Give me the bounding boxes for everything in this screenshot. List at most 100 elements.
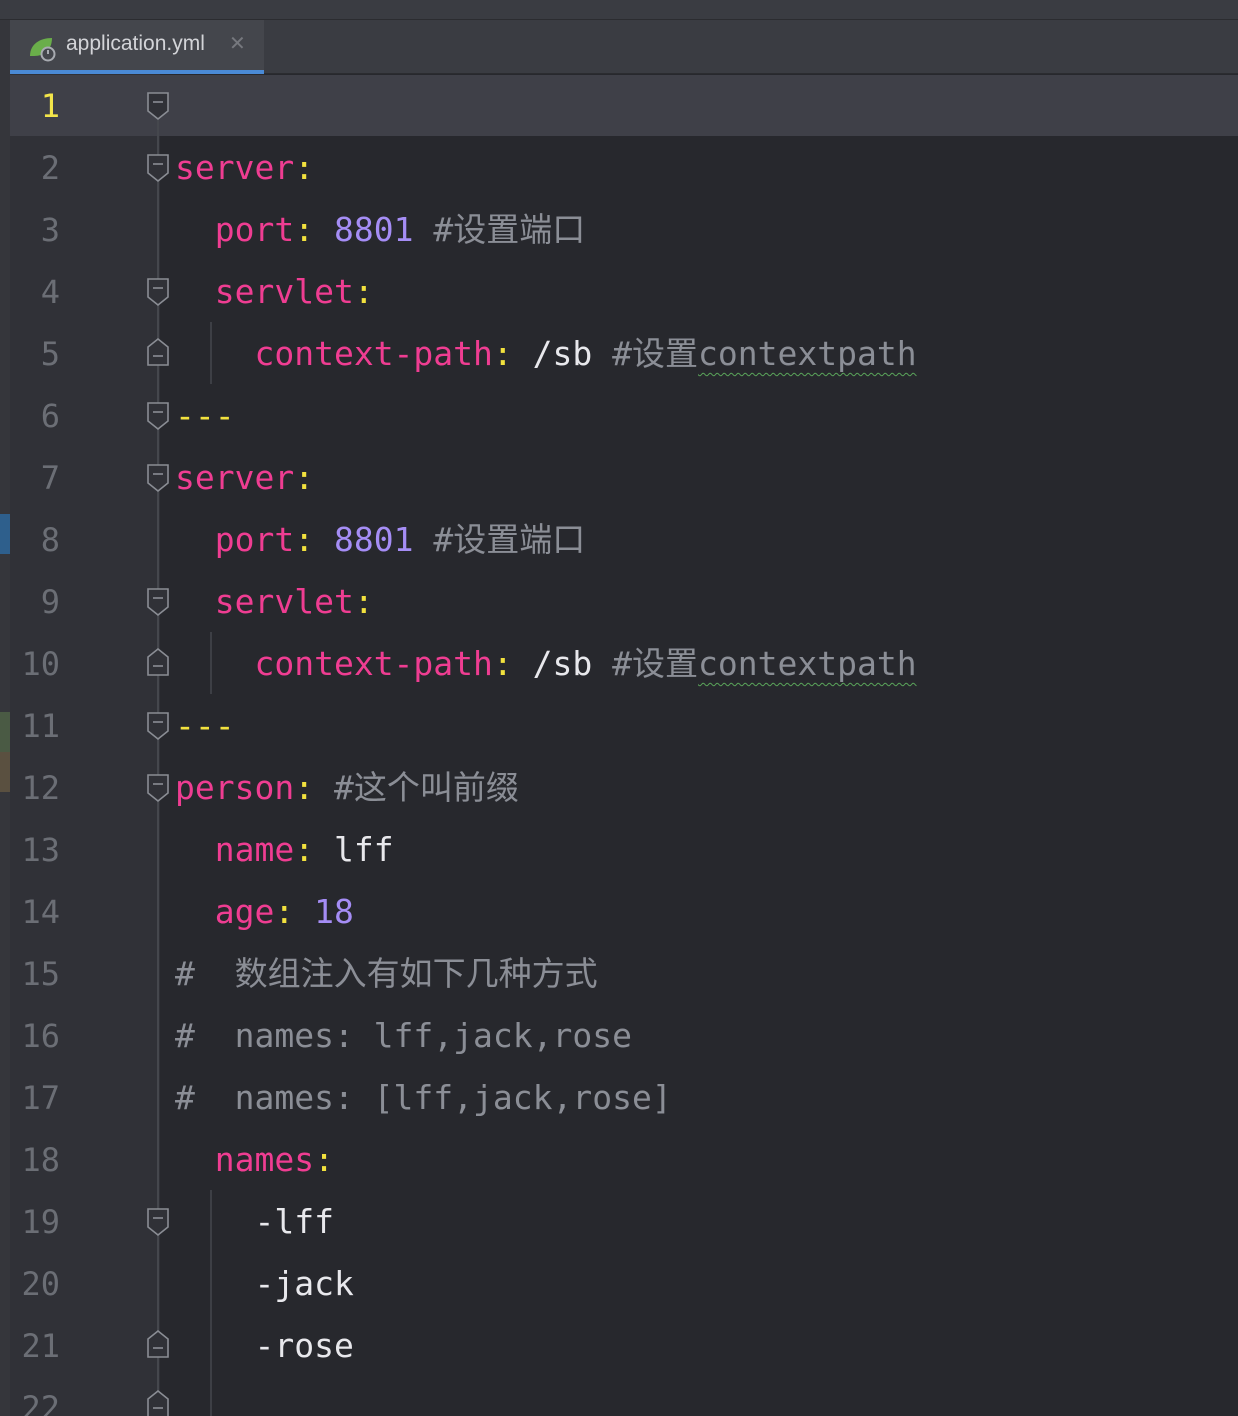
yaml-value: /sb (532, 334, 593, 373)
yaml-key: context-path (254, 644, 493, 683)
code-line[interactable]: servlet: (175, 261, 374, 323)
code-line-document-separator[interactable]: --- (175, 385, 235, 447)
yaml-key: port (214, 210, 295, 249)
yaml-colon: : (294, 458, 315, 497)
code-line[interactable]: context-path: /sb #设置contextpath (175, 633, 916, 695)
line-number: 7 (40, 459, 60, 497)
fold-close-icon[interactable] (146, 337, 170, 367)
line-number: 3 (40, 211, 60, 249)
fold-open-icon[interactable] (146, 1207, 170, 1237)
yaml-colon: : (314, 1140, 334, 1179)
editor-tab-bar: application.yml ✕ (10, 20, 1238, 74)
tab-close-icon[interactable]: ✕ (229, 31, 246, 55)
fold-open-icon[interactable] (146, 587, 170, 617)
line-number: 6 (40, 397, 60, 435)
code-line[interactable]: person: #这个叫前缀 (175, 757, 519, 819)
code-line-document-separator[interactable]: --- (175, 695, 235, 757)
yaml-list-item: -jack (254, 1264, 354, 1303)
yaml-colon: : (294, 148, 315, 187)
code-line[interactable]: -jack (175, 1253, 354, 1315)
yaml-value: lff (333, 830, 394, 869)
code-line[interactable]: names: (175, 1129, 334, 1191)
fold-open-icon[interactable] (146, 773, 170, 803)
fold-open-icon[interactable] (146, 401, 170, 431)
yaml-comment: #设置 (612, 334, 699, 373)
code-line[interactable]: context-path: /sb #设置contextpath (175, 323, 917, 385)
code-line[interactable]: # names: lff,jack,rose (175, 1005, 632, 1067)
yaml-key: age (214, 892, 275, 931)
spring-leaf-icon (30, 38, 56, 62)
fold-close-icon[interactable] (146, 1329, 170, 1359)
window-top-strip (0, 0, 1238, 20)
code-line[interactable]: port: 8801 #设置端口 (175, 509, 585, 571)
yaml-colon: : (294, 830, 315, 869)
yaml-comment: # names: lff,jack,rose (175, 1016, 632, 1055)
yaml-comment: #设置 (612, 644, 699, 683)
yaml-comment: # 数组注入有如下几种方式 (175, 954, 598, 993)
line-number: 17 (21, 1079, 60, 1117)
code-line[interactable]: -rose (175, 1315, 354, 1377)
line-number: 20 (21, 1265, 60, 1303)
fold-open-icon[interactable] (146, 91, 170, 121)
yaml-number: 8801 (333, 210, 414, 249)
yaml-number: 8801 (333, 520, 414, 559)
fold-close-icon[interactable] (146, 647, 170, 677)
code-line[interactable]: age: 18 (175, 881, 354, 943)
yaml-list-item: -lff (254, 1202, 334, 1241)
yaml-colon: : (492, 334, 513, 373)
yaml-key: names (214, 1140, 315, 1179)
left-strip-marker (0, 712, 10, 752)
fold-open-icon[interactable] (146, 277, 170, 307)
line-number: 19 (21, 1203, 60, 1241)
yaml-colon: : (294, 210, 315, 249)
line-number: 4 (40, 273, 60, 311)
code-line[interactable]: # 数组注入有如下几种方式 (175, 943, 598, 1005)
line-number: 1 (40, 87, 60, 125)
yaml-comment: #设置端口 (433, 210, 586, 249)
line-number: 13 (21, 831, 60, 869)
yaml-colon: : (294, 520, 315, 559)
yaml-colon: : (353, 272, 374, 311)
code-line[interactable]: -lff (175, 1191, 334, 1253)
yaml-key: servlet (214, 272, 354, 311)
tab-file-name: application.yml (66, 32, 205, 55)
line-number: 16 (21, 1017, 60, 1055)
line-number: 14 (21, 893, 60, 931)
yaml-key: port (214, 520, 295, 559)
fold-close-icon[interactable] (146, 1389, 170, 1416)
code-line[interactable]: name: lff (175, 819, 394, 881)
current-line-highlight (10, 75, 1238, 136)
yaml-colon: : (294, 768, 315, 807)
yaml-list-item: -rose (254, 1326, 354, 1365)
code-line[interactable]: # names: [lff,jack,rose] (175, 1067, 672, 1129)
line-number: 9 (40, 583, 60, 621)
spellcheck-word: contextpath (698, 334, 917, 373)
left-strip-marker (0, 752, 10, 792)
line-number: 11 (21, 707, 60, 745)
yaml-key: name (214, 830, 295, 869)
line-number: 18 (21, 1141, 60, 1179)
code-line[interactable]: server: (175, 137, 314, 199)
line-number: 5 (40, 335, 60, 373)
code-line[interactable]: servlet: (175, 571, 374, 633)
fold-open-icon[interactable] (146, 711, 170, 741)
yaml-value: /sb (532, 644, 593, 683)
yaml-comment: #这个叫前缀 (333, 768, 519, 807)
yaml-comment: #设置端口 (433, 520, 586, 559)
line-number: 12 (21, 769, 60, 807)
line-number: 2 (40, 149, 60, 187)
yaml-number: 18 (314, 892, 354, 931)
yaml-key: person (175, 768, 295, 807)
fold-open-icon[interactable] (146, 153, 170, 183)
line-number: 22 (21, 1389, 60, 1416)
yaml-colon: : (274, 892, 295, 931)
code-line[interactable]: server: (175, 447, 314, 509)
yaml-key: server (175, 458, 295, 497)
left-tool-strip (0, 20, 10, 1416)
yaml-colon: : (492, 644, 513, 683)
code-line[interactable]: port: 8801 #设置端口 (175, 199, 585, 261)
line-number: 8 (40, 521, 60, 559)
yaml-key: server (175, 148, 295, 187)
fold-open-icon[interactable] (146, 463, 170, 493)
editor-tab-application-yml[interactable]: application.yml ✕ (10, 20, 264, 74)
